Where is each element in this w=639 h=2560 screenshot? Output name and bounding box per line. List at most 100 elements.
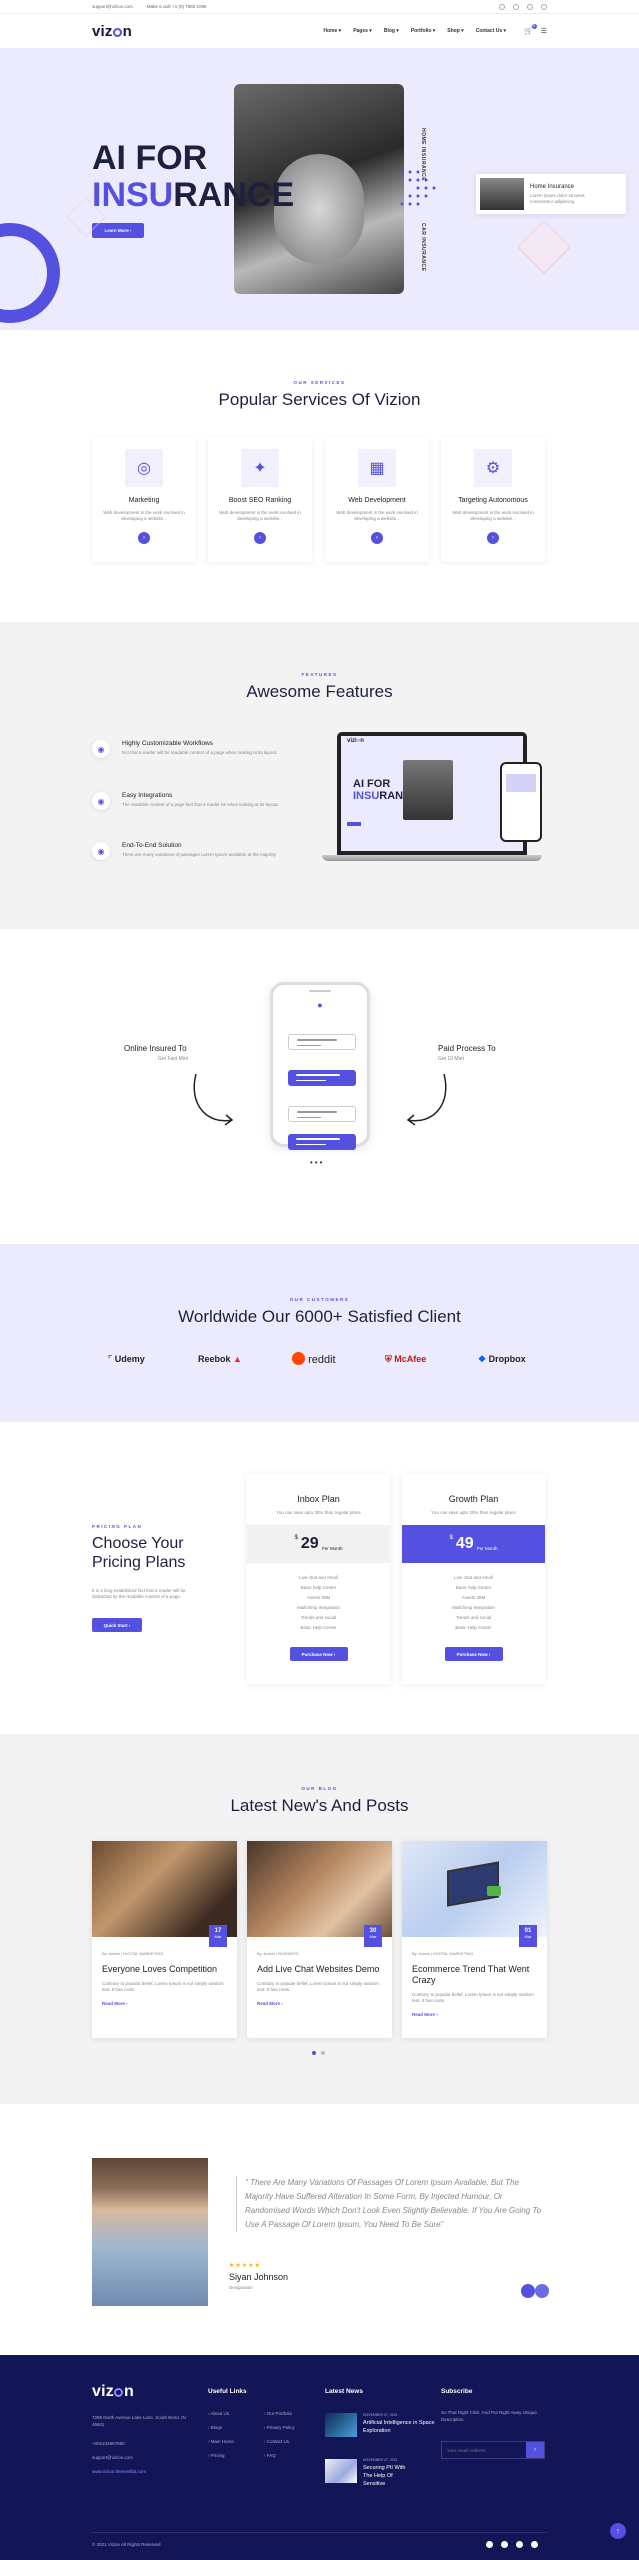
cart-icon[interactable]: 🛒 0 [524,24,537,35]
blog-meta: By: Admin | DIGITAL MARKETING [102,1951,164,1956]
read-more-link[interactable]: Read More › [257,2001,382,2006]
footer-phone[interactable]: +001234567890 [92,2437,125,2451]
read-more-link[interactable]: Read More › [102,2001,227,2006]
carousel-dots[interactable] [312,2051,325,2055]
calendar-icon: ▦ [358,449,396,487]
blog-card[interactable]: 30 Mar By: Admin | BUSINESS Add Live Chat… [247,1841,392,2038]
process-left-sub: Get Fast Mint [158,1056,189,1062]
plan-save-note: You can save upto 30% than regular plans [431,1510,516,1515]
laptop-base [322,855,542,861]
blog-meta: By: Admin | DIGITAL MARKETING [412,1951,474,1956]
blog-title[interactable]: Ecommerce Trend That Went Crazy [412,1964,537,1986]
client-logo-dropbox: ❖ Dropbox [478,1354,526,1364]
home-insurance-card[interactable]: Home Insurance Lorem ipsum dolor sit amet… [476,174,626,214]
service-card[interactable]: ✦ Boost SEO Ranking Web development is t… [208,437,312,562]
arrow-right-icon[interactable]: › [371,532,383,544]
blog-card[interactable]: 01 Mar By: Admin | DIGITAL MARKETING Ecom… [402,1841,547,2038]
phone-text[interactable]: Make a call: +1 (0) 7560 1095 [147,4,207,9]
instagram-icon[interactable] [527,3,533,10]
process-phone: ● [270,982,370,1147]
purchase-now-button[interactable]: Purchase Now › [289,1647,348,1661]
quick-start-button[interactable]: Quick Start › [92,1618,142,1632]
blog-desc: Contrary to popular belief, Lorem Ipsum … [257,1981,379,1992]
scroll-to-top-button[interactable]: ↑ [610,2523,626,2539]
feature-desc: The readable content of a page fact that… [122,802,279,807]
twitter-icon[interactable] [501,2541,508,2548]
news-title[interactable]: Artificial Intelligence in Space Explora… [363,2419,443,2435]
nav-item-portfolio[interactable]: Portfolio ▾ [411,28,435,34]
instagram-icon[interactable] [516,2541,523,2548]
feature-item: ◉ Highly Customizable Workflows Not that … [92,740,322,758]
arrow-right-icon[interactable]: › [138,532,150,544]
footer-logo[interactable]: viz n [92,2383,134,2401]
logo[interactable]: viz n [92,23,132,40]
blog-title[interactable]: Add Live Chat Websites Demo [257,1964,382,1975]
hero-line2-rest: RANCE [173,176,295,214]
nav-item-shop[interactable]: Shop ▾ [447,28,463,34]
card-desc: Lorem ipsum dolor sit amet, consectetur … [530,192,586,204]
blog-image: 17 Mar [92,1841,237,1947]
blog-section: OUR BLOG Latest New's And Posts 17 Mar By… [0,1734,639,2104]
send-arrow-button[interactable]: › [526,2442,544,2458]
news-date: NOVEMBER 07, 2021 [363,2458,398,2462]
nav-item-contact[interactable]: Contact Us ▾ [476,28,506,34]
next-arrow-button[interactable] [535,2284,549,2298]
service-card[interactable]: ◎ Marketing Web development is the work … [92,437,196,562]
email-text[interactable]: support@vizion.com [92,4,133,9]
footer-website[interactable]: www.vizion.themesflat.com [92,2465,146,2479]
footer-address: 7298 North Avenue Lake Lane, South Bend,… [92,2415,186,2427]
seo-icon: ✦ [241,449,279,487]
features-section: FEATURES Awesome Features ◉ Highly Custo… [0,622,639,929]
prev-arrow-button[interactable] [521,2284,535,2298]
footer-link[interactable]: › Blogs [208,2421,234,2435]
nav-item-blog[interactable]: Blog ▾ [384,28,399,34]
date-badge: 17 Mar [209,1925,227,1947]
features-title: Awesome Features [246,682,393,701]
read-more-link[interactable]: Read More › [412,2012,537,2017]
footer: viz n 7298 North Avenue Lake Lane, South … [0,2355,639,2560]
learn-more-button[interactable]: Learn More › [92,223,144,238]
search-icon[interactable] [541,3,547,10]
copyright: © 2021 Vizion All Rights Reserved [92,2542,161,2547]
subscribe-form: › [441,2441,545,2459]
footer-link[interactable]: › Main Home [208,2435,234,2449]
footer-email[interactable]: support@vizion.com [92,2451,133,2465]
footer-link[interactable]: › FAQ [264,2449,295,2463]
service-card[interactable]: ⚙ Targeting Autonomous Web development i… [441,437,545,562]
footer-link[interactable]: › Our Portfolio [264,2407,295,2421]
nav-item-home[interactable]: Home ▾ [323,28,341,34]
clients-tag: OUR CUSTOMERS [289,1297,350,1302]
subscribe-email-input[interactable] [442,2442,526,2458]
news-item[interactable]: NOVEMBER 07, 2021 Artificial Intelligenc… [363,2413,443,2435]
service-card[interactable]: ▦ Web Development Web development is the… [325,437,429,562]
chat-bubble [288,1106,356,1122]
footer-link[interactable]: › Contact Us [264,2435,295,2449]
twitter-icon[interactable] [513,3,519,10]
footer-link[interactable]: › Pricing [208,2449,234,2463]
card-thumb [480,178,524,210]
facebook-icon[interactable] [499,3,505,10]
pricing-title: Choose Your Pricing Plans [92,1535,186,1571]
purchase-now-button[interactable]: Purchase Now › [444,1647,503,1661]
linkedin-icon[interactable] [531,2541,538,2548]
target-icon: ◎ [125,449,163,487]
news-item[interactable]: NOVEMBER 07, 2021 Securing PII With The … [363,2458,443,2488]
nav-item-pages[interactable]: Pages ▾ [353,28,372,34]
service-desc: Web development is the work involved in … [336,510,418,521]
service-title: Marketing [128,497,160,504]
news-title[interactable]: Securing PII With The Help Of Sensitive [363,2464,415,2488]
pricing-tag: PRICING PLAN [92,1524,143,1529]
footer-link[interactable]: › Privacy Policy [264,2421,295,2435]
plan-features: Live chat and email Basic help Center Asse… [452,1575,495,1630]
blog-title[interactable]: Everyone Loves Competition [102,1964,227,1975]
hero-heading: AI FOR INSURANCE [92,140,294,214]
card-title: Home Insurance [530,183,575,190]
facebook-icon[interactable] [486,2541,493,2548]
blog-card[interactable]: 17 Mar By: Admin | DIGITAL MARKETING Ever… [92,1841,237,2038]
testimonial-name: Siyan Johnson [229,2272,289,2282]
footer-social [486,2541,538,2548]
arrow-right-icon[interactable]: › [487,532,499,544]
arrow-right-icon[interactable]: › [254,532,266,544]
footer-link[interactable]: › About Us [208,2407,234,2421]
menu-toggle-icon[interactable]: ☰ [541,27,547,35]
